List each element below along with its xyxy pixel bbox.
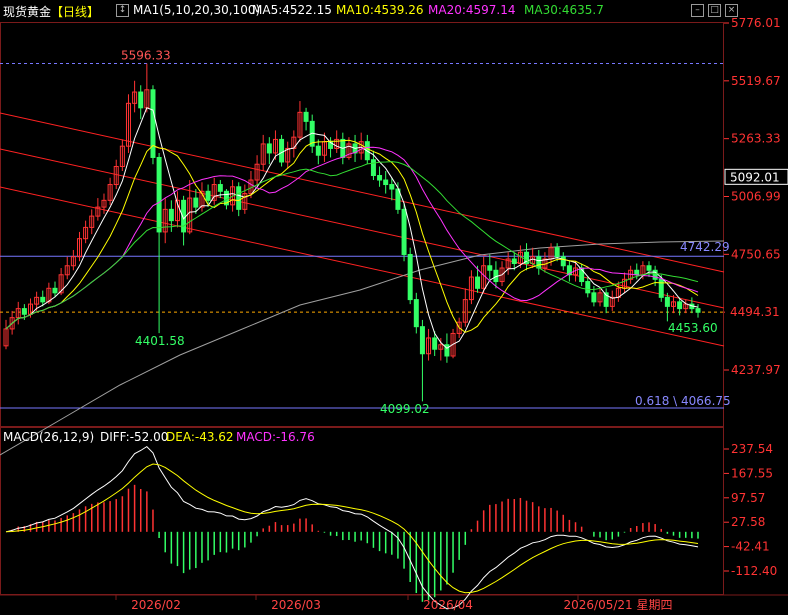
candle-body bbox=[646, 265, 652, 271]
minimize-icon[interactable]: – bbox=[691, 4, 704, 17]
price-panel-frame bbox=[0, 22, 724, 427]
ma10-value: MA10:4539.26 bbox=[336, 3, 424, 17]
candle-body bbox=[487, 265, 493, 271]
candle-body bbox=[303, 111, 309, 122]
candle-body bbox=[407, 253, 413, 301]
time-axis-label: 2026/04 bbox=[423, 598, 473, 612]
chart-period-label[interactable]: 【日线】 bbox=[51, 3, 99, 19]
close-icon[interactable]: × bbox=[725, 4, 738, 17]
candle-body bbox=[266, 143, 272, 154]
candle-body bbox=[554, 247, 560, 258]
macd-tick-label: 27.58 bbox=[731, 515, 765, 529]
candle-body bbox=[389, 184, 395, 190]
time-axis-label: 2026/03 bbox=[271, 598, 321, 612]
candle-body bbox=[475, 276, 481, 289]
candle-body bbox=[664, 296, 670, 307]
candle-body bbox=[419, 326, 425, 355]
candle-body bbox=[383, 179, 389, 186]
candle-body bbox=[205, 190, 211, 201]
price-tick-label: 4750.65 bbox=[731, 247, 781, 261]
candle-body bbox=[40, 296, 46, 303]
recent-low-label: 4453.60 bbox=[668, 321, 718, 335]
candle-body bbox=[585, 281, 591, 294]
time-axis-label: 2026/02 bbox=[131, 598, 181, 612]
trend-channel-line bbox=[0, 186, 725, 347]
candle-body bbox=[432, 337, 438, 350]
candle-body bbox=[370, 159, 376, 177]
maximize-icon[interactable]: □ bbox=[708, 4, 721, 17]
chart-symbol-title: 现货黄金 bbox=[3, 5, 52, 19]
candle-body bbox=[377, 175, 383, 181]
candle-body bbox=[634, 269, 640, 276]
candle-body bbox=[401, 208, 407, 255]
candle-body bbox=[560, 256, 566, 267]
ma20-value: MA20:4597.14 bbox=[428, 3, 516, 17]
price-tick-label: 5006.99 bbox=[731, 190, 781, 204]
ma30-value: MA30:4635.7 bbox=[524, 3, 604, 17]
candle-body bbox=[52, 287, 58, 294]
macd-panel-frame bbox=[0, 427, 724, 595]
candle-body bbox=[193, 197, 199, 208]
macd-diff-value: DIFF:-52.00 bbox=[100, 430, 169, 444]
macd-tick-label: 167.55 bbox=[731, 466, 773, 480]
candle-body bbox=[677, 301, 683, 310]
ma5-value: MA5:4522.15 bbox=[252, 3, 332, 17]
macd-tick-label: -42.41 bbox=[731, 540, 770, 554]
price-tick-label: 4237.97 bbox=[731, 363, 781, 377]
macd-tick-label: -112.40 bbox=[731, 564, 777, 578]
macd-setting-label: MACD(26,12,9) bbox=[3, 430, 95, 444]
low-price-label-1: 4401.58 bbox=[135, 334, 185, 348]
macd-dea-value: DEA:-43.62 bbox=[166, 430, 234, 444]
current-price-label: 4494.31 bbox=[730, 305, 780, 319]
candle-body bbox=[695, 308, 701, 313]
macd-tick-label: 237.54 bbox=[731, 442, 773, 456]
candle-body bbox=[217, 184, 223, 192]
price-tick-label: 5263.33 bbox=[731, 132, 781, 146]
time-axis-label: 2026/05/21 星期四 bbox=[564, 598, 673, 612]
resistance-level-label: 4742.29 bbox=[680, 240, 730, 254]
candle-body bbox=[21, 308, 27, 315]
high-price-label: 5596.33 bbox=[121, 49, 171, 63]
price-chart[interactable]: 5776.01 5519.67 5263.33 5006.99 4750.65 4237.… bbox=[0, 0, 788, 615]
candle-body bbox=[413, 299, 419, 328]
last-price-label: 5092.01 bbox=[730, 170, 780, 184]
candle-body bbox=[591, 292, 597, 303]
candle-body bbox=[138, 91, 144, 109]
fibonacci-level-label: 0.618 \ 4066.75 bbox=[635, 394, 731, 408]
price-tick-label: 5776.01 bbox=[731, 16, 781, 30]
candle-body bbox=[511, 258, 517, 265]
candle-body bbox=[168, 208, 174, 222]
low-price-label-2: 4099.02 bbox=[380, 402, 430, 416]
candle-body bbox=[236, 186, 242, 210]
macd-macd-value: MACD:-16.76 bbox=[236, 430, 315, 444]
ma-setting-label: MA1(5,10,20,30,100) bbox=[133, 3, 261, 17]
candle-body bbox=[658, 278, 664, 298]
setting-toggle-icon[interactable]: ↕ bbox=[116, 4, 129, 17]
candle-body bbox=[315, 145, 321, 156]
price-tick-label: 5519.67 bbox=[731, 74, 781, 88]
macd-tick-label: 97.57 bbox=[731, 491, 765, 505]
candle-body bbox=[156, 156, 162, 233]
candle-body bbox=[279, 138, 285, 163]
